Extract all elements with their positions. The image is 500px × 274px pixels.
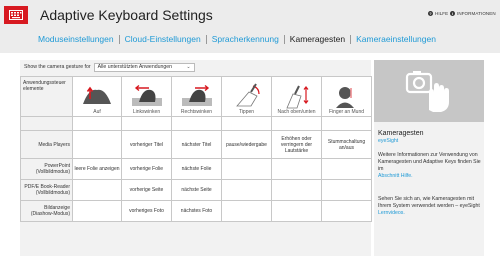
gesture-column-tippen: Tippen bbox=[221, 76, 272, 117]
tab-moduseinstellungen[interactable]: Moduseinstellungen bbox=[38, 34, 119, 44]
row-app-label: Bildanzeige (Diashow-Modus) bbox=[20, 200, 73, 222]
table-cell: Erhöhen oder verringern der Lautstärke bbox=[271, 130, 322, 159]
gesture-column-auf: Auf bbox=[72, 76, 122, 117]
table-row: Bildanzeige (Diashow-Modus) vorheriges F… bbox=[20, 200, 372, 222]
gesture-label: Nach oben/unten bbox=[277, 109, 316, 115]
table-row: PDF/E Book-Reader (Vollbildmodus) vorher… bbox=[20, 179, 372, 201]
settings-nav: Moduseinstellungen Cloud-Einstellungen S… bbox=[38, 33, 441, 45]
app-title: Adaptive Keyboard Settings bbox=[40, 7, 213, 23]
table-cell bbox=[321, 179, 372, 201]
table-cell bbox=[221, 179, 272, 201]
app-logo bbox=[4, 6, 28, 24]
table-cell: pause/wiedergabe bbox=[221, 130, 272, 159]
gesture-header-row: Anwendungssteuer elemente Auf Linkswinke… bbox=[20, 76, 372, 117]
gesture-column-rechtswinken: Rechtswinken bbox=[171, 76, 222, 117]
help-section-link[interactable]: Abschnitt Hilfe. bbox=[378, 173, 482, 180]
table-cell: vorherige Folie bbox=[121, 158, 172, 180]
table-cell: vorherige Seite bbox=[121, 179, 172, 201]
tap-icon bbox=[235, 83, 260, 107]
application-select[interactable]: Alle unterstützten Anwendungen ⌄ bbox=[93, 62, 195, 72]
table-cell bbox=[72, 200, 122, 222]
table-cell bbox=[221, 158, 272, 180]
wave-left-icon bbox=[131, 84, 162, 106]
wave-right-icon bbox=[181, 84, 212, 106]
table-cell bbox=[271, 158, 322, 180]
help-button[interactable]: ? HILFE bbox=[428, 11, 448, 16]
info-paragraph-videos: Sehen Sie sich an, wie Kameragesten mit … bbox=[378, 196, 482, 217]
table-row: Media Players vorheriger Titel nächster … bbox=[20, 130, 372, 159]
gesture-column-finger-an-mund: Finger an Mund bbox=[321, 76, 372, 117]
table-corner-label: Anwendungssteuer elemente bbox=[20, 76, 73, 117]
gesture-label: Linkswinken bbox=[132, 109, 161, 115]
gesture-label: Rechtswinken bbox=[180, 109, 213, 115]
tab-kameraeinstellungen[interactable]: Kameraeinstellungen bbox=[351, 34, 441, 44]
row-app-label: Media Players bbox=[20, 130, 73, 159]
row-app-label: PowerPoint (Vollbildmodus) bbox=[20, 158, 73, 180]
table-cell: Stummschaltung an/aus bbox=[321, 130, 372, 159]
gesture-table: Anwendungssteuer elemente Auf Linkswinke… bbox=[20, 76, 372, 222]
info-icon: i bbox=[450, 11, 455, 16]
tab-kameragesten[interactable]: Kameragesten bbox=[285, 34, 350, 44]
help-label: HILFE bbox=[435, 11, 449, 16]
tab-cloud-einstellungen[interactable]: Cloud-Einstellungen bbox=[120, 34, 206, 44]
table-cell: leere Folie anzeigen bbox=[72, 158, 122, 180]
table-spacer-row bbox=[20, 116, 372, 131]
gesture-column-linkswinken: Linkswinken bbox=[121, 76, 172, 117]
gesture-label: Tippen bbox=[238, 109, 255, 115]
table-cell: vorheriges Foto bbox=[121, 200, 172, 222]
row-app-label: PDF/E Book-Reader (Vollbildmodus) bbox=[20, 179, 73, 201]
tutorial-videos-link[interactable]: Lernvideos. bbox=[378, 210, 482, 217]
table-cell: vorheriger Titel bbox=[121, 130, 172, 159]
tab-spracherkennung[interactable]: Spracherkennung bbox=[207, 34, 284, 44]
gesture-filter: Show the camera gesture for Alle unterst… bbox=[24, 62, 195, 72]
table-row: PowerPoint (Vollbildmodus) leere Folie a… bbox=[20, 158, 372, 180]
chevron-down-icon: ⌄ bbox=[186, 64, 191, 70]
application-select-value: Alle unterstützten Anwendungen bbox=[97, 64, 173, 70]
camera-hand-icon bbox=[405, 71, 449, 112]
eyesight-brand-link[interactable]: eyeSight bbox=[378, 138, 482, 145]
table-cell bbox=[72, 130, 122, 159]
info-label: INFORMATIONEN bbox=[457, 11, 496, 16]
info-paragraph-help: Weitere Informationen zur Verwendung von… bbox=[378, 152, 482, 180]
help-icon: ? bbox=[428, 11, 433, 16]
finger-mouth-icon bbox=[335, 87, 354, 108]
table-cell bbox=[221, 200, 272, 222]
keyboard-icon bbox=[9, 10, 23, 20]
gesture-label: Auf bbox=[93, 109, 101, 115]
info-text: Sehen Sie sich an, wie Kameragesten mit … bbox=[378, 196, 480, 210]
info-button[interactable]: i INFORMATIONEN bbox=[450, 11, 496, 16]
table-cell: nächster Titel bbox=[171, 130, 222, 159]
table-cell bbox=[321, 200, 372, 222]
gesture-label: Finger an Mund bbox=[328, 109, 365, 115]
hand-up-icon bbox=[83, 86, 111, 104]
up-down-icon bbox=[285, 85, 308, 109]
camera-gesture-illustration bbox=[374, 60, 484, 122]
table-cell bbox=[271, 179, 322, 201]
table-cell bbox=[321, 158, 372, 180]
filter-label: Show the camera gesture for bbox=[24, 64, 91, 70]
table-cell bbox=[72, 179, 122, 201]
info-text: Weitere Informationen zur Verwendung von… bbox=[378, 152, 481, 173]
gesture-column-nach-oben-unten: Nach oben/unten bbox=[271, 76, 322, 117]
table-cell: nächstes Foto bbox=[171, 200, 222, 222]
table-cell: nächste Folie bbox=[171, 158, 222, 180]
table-cell: nächste Seite bbox=[171, 179, 222, 201]
table-cell bbox=[271, 200, 322, 222]
